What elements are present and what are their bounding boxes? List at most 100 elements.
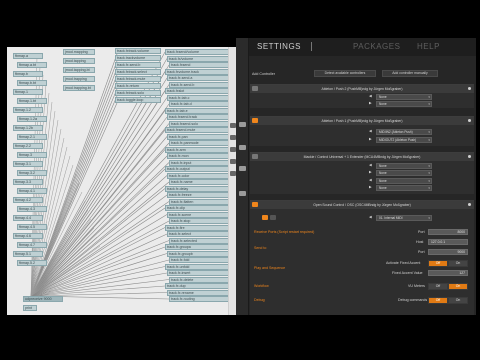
patcher-object[interactable]: track.fx.send.a: [167, 75, 231, 81]
patcher-object[interactable]: track.fx.send.b: [169, 81, 233, 88]
patcher-object[interactable]: track.fx.output: [165, 166, 229, 172]
patcher-object[interactable]: jmod.tapping.bt: [63, 67, 95, 73]
patcher-object[interactable]: fbmap.3.2: [17, 170, 47, 176]
patcher-object[interactable]: track.fx.input: [169, 159, 233, 166]
patcher-object[interactable]: fbmap.1.2a: [17, 116, 47, 122]
patcher-object[interactable]: fbmap.1.2b: [13, 125, 43, 131]
patcher-object[interactable]: track.fx.groupb: [167, 250, 231, 257]
patcher-object[interactable]: fbmap.3.3: [13, 179, 43, 185]
patcher-object[interactable]: fbmap.2.1: [17, 134, 47, 140]
tab-packages[interactable]: PACKAGES: [353, 42, 400, 51]
patcher-object[interactable]: track.fx.tab.d: [169, 101, 233, 107]
patcher-object[interactable]: track.toggle.loop: [115, 97, 161, 103]
patcher-object[interactable]: track.fx.name: [169, 179, 233, 185]
patcher-object[interactable]: track.fx.color: [167, 172, 231, 179]
tab-settings[interactable]: SETTINGS: [257, 42, 301, 51]
patcher-object[interactable]: track.fx.fold: [169, 257, 233, 263]
remove-controller-icon[interactable]: [468, 119, 471, 122]
patcher-object[interactable]: fbmap.4.4: [13, 215, 43, 221]
patcher-object[interactable]: fbmap.4.5: [17, 224, 47, 230]
midi-out-select-2[interactable]: None ▾: [376, 185, 432, 191]
patcher-object[interactable]: track.fxtrack.mute: [115, 76, 161, 82]
patcher-object[interactable]: track.fxtrack.solo: [115, 90, 161, 96]
patcher-object[interactable]: track.fxtrack.select: [115, 69, 161, 75]
patcher-object[interactable]: fbmap.b: [13, 71, 43, 77]
patcher-object[interactable]: track.fx.insert: [167, 270, 231, 276]
patcher-object[interactable]: track.fx.stop: [169, 218, 233, 224]
patcher-object[interactable]: fbmap.4.6: [13, 233, 43, 239]
patcher-object[interactable]: track.fx.arm: [165, 146, 229, 153]
send-port-field[interactable]: 9000: [428, 249, 468, 255]
debug-off-toggle[interactable]: Off: [428, 297, 448, 304]
gear-icon[interactable]: [239, 122, 246, 127]
patcher-object[interactable]: track.fxsend.track: [167, 114, 231, 120]
add-controller-manually-button[interactable]: Add controller manually: [382, 70, 438, 77]
patcher-object[interactable]: track.fx.freeze: [167, 192, 231, 198]
patcher-object[interactable]: track.fx.mon: [167, 153, 231, 159]
patcher-object[interactable]: track.fx.routing: [169, 296, 233, 302]
fixed-accent-on-toggle[interactable]: On: [448, 260, 468, 267]
remove-controller-icon[interactable]: [468, 155, 471, 158]
patcher-object[interactable]: track.fxsend/volume: [165, 49, 229, 55]
patcher-object[interactable]: track.fxslot: [165, 88, 229, 94]
midi-out-select[interactable]: None ▾: [376, 101, 432, 107]
osc-midi-select[interactable]: 01. Internal MIDI ▾: [376, 215, 432, 221]
patcher-object[interactable]: fbmap.a: [13, 53, 43, 59]
patcher-object[interactable]: track.fx.selected: [169, 237, 233, 244]
midi-in-select-2[interactable]: None ▾: [376, 178, 432, 184]
patcher-object[interactable]: fbmap.4.7: [17, 242, 47, 248]
midi-in-select[interactable]: None ▾: [376, 94, 432, 100]
grid-icon[interactable]: [239, 145, 246, 150]
patcher-object[interactable]: track.fx.clip: [165, 205, 229, 211]
patcher-object[interactable]: track.fx.panmode: [169, 140, 233, 146]
remove-controller-icon[interactable]: [468, 87, 471, 90]
remove-controller-icon[interactable]: [468, 203, 471, 206]
patcher-object[interactable]: track.fxvolume.track: [165, 68, 229, 75]
patcher-object[interactable]: fbmap.b.bt: [17, 80, 47, 86]
udpreceive-object[interactable]: udpreceive 9000: [23, 296, 63, 302]
patcher-object[interactable]: fbmap.3.1: [13, 161, 43, 167]
patcher-object[interactable]: jmod.trapping: [63, 76, 95, 82]
patcher-object[interactable]: track.fx/volume: [167, 55, 231, 62]
patcher-object[interactable]: track.fx.fire: [165, 224, 229, 231]
patcher-object[interactable]: track.fx.delay: [165, 185, 229, 192]
patcher-object[interactable]: track.fx.dup: [165, 283, 229, 289]
patcher-object[interactable]: track.fx.return: [115, 83, 161, 89]
patcher-object[interactable]: fbmap.a.bt: [17, 62, 47, 68]
patcher-object[interactable]: track.fxsend.solo: [169, 120, 233, 127]
vu-meters-on-toggle[interactable]: On: [448, 283, 468, 290]
patcher-object[interactable]: track.fx.tab.c: [167, 94, 231, 101]
patcher-object[interactable]: track.fxsend.mute: [165, 127, 229, 133]
fixed-accent-value-field[interactable]: 127: [428, 270, 468, 276]
patcher-object[interactable]: fbmap.4.3: [17, 206, 47, 212]
patcher-object[interactable]: track.fx.pan: [167, 133, 231, 140]
detect-controllers-button[interactable]: Detect available controllers: [314, 70, 376, 77]
fixed-accent-off-toggle[interactable]: Off: [428, 260, 448, 267]
host-field[interactable]: 127.0.0.1: [428, 239, 468, 245]
patcher-object[interactable]: fbmap.5.2: [17, 260, 47, 266]
patcher-object[interactable]: track.fxsend: [169, 62, 233, 68]
midi-out-select[interactable]: None ▾: [376, 170, 432, 176]
music-icon[interactable]: [239, 166, 246, 171]
patcher-object[interactable]: fbmap.3: [17, 152, 47, 158]
max-patcher-canvas[interactable]: track.fxtrack.volume track.trackvolume tra…: [7, 47, 235, 315]
midi-in-select[interactable]: MIDIIN2 (Ableton Push) ▾: [376, 129, 432, 135]
patcher-object[interactable]: track.fx.rename: [167, 289, 231, 296]
midi-in-select[interactable]: None ▾: [376, 163, 432, 169]
patcher-object[interactable]: track.fx.groupa: [165, 244, 229, 250]
patcher-object[interactable]: fbmap.5.1: [13, 251, 43, 257]
patcher-object[interactable]: track.fx.delete: [169, 276, 233, 283]
patcher-object[interactable]: fbmap.4.2: [13, 197, 43, 203]
print-object[interactable]: print: [23, 305, 37, 311]
patcher-object[interactable]: track.fx.unfold: [165, 263, 229, 270]
patcher-object[interactable]: jmod.mapping: [63, 49, 95, 55]
patcher-object[interactable]: jmod.trapping.bt: [63, 85, 95, 91]
patcher-object[interactable]: track.fx.flatten: [169, 198, 233, 205]
patcher-object[interactable]: track.trackvolume: [115, 55, 161, 61]
patcher-object[interactable]: jmod.tapping: [63, 58, 95, 64]
patcher-object[interactable]: track.fxtrack.volume: [115, 48, 161, 54]
bars-icon[interactable]: [239, 191, 246, 196]
midi-out-select[interactable]: MIDIOUT2 (Ableton Push) ▾: [376, 137, 432, 143]
patcher-object[interactable]: track.fx.select: [167, 231, 231, 237]
patcher-object[interactable]: track.fx.tab.e: [165, 107, 229, 114]
